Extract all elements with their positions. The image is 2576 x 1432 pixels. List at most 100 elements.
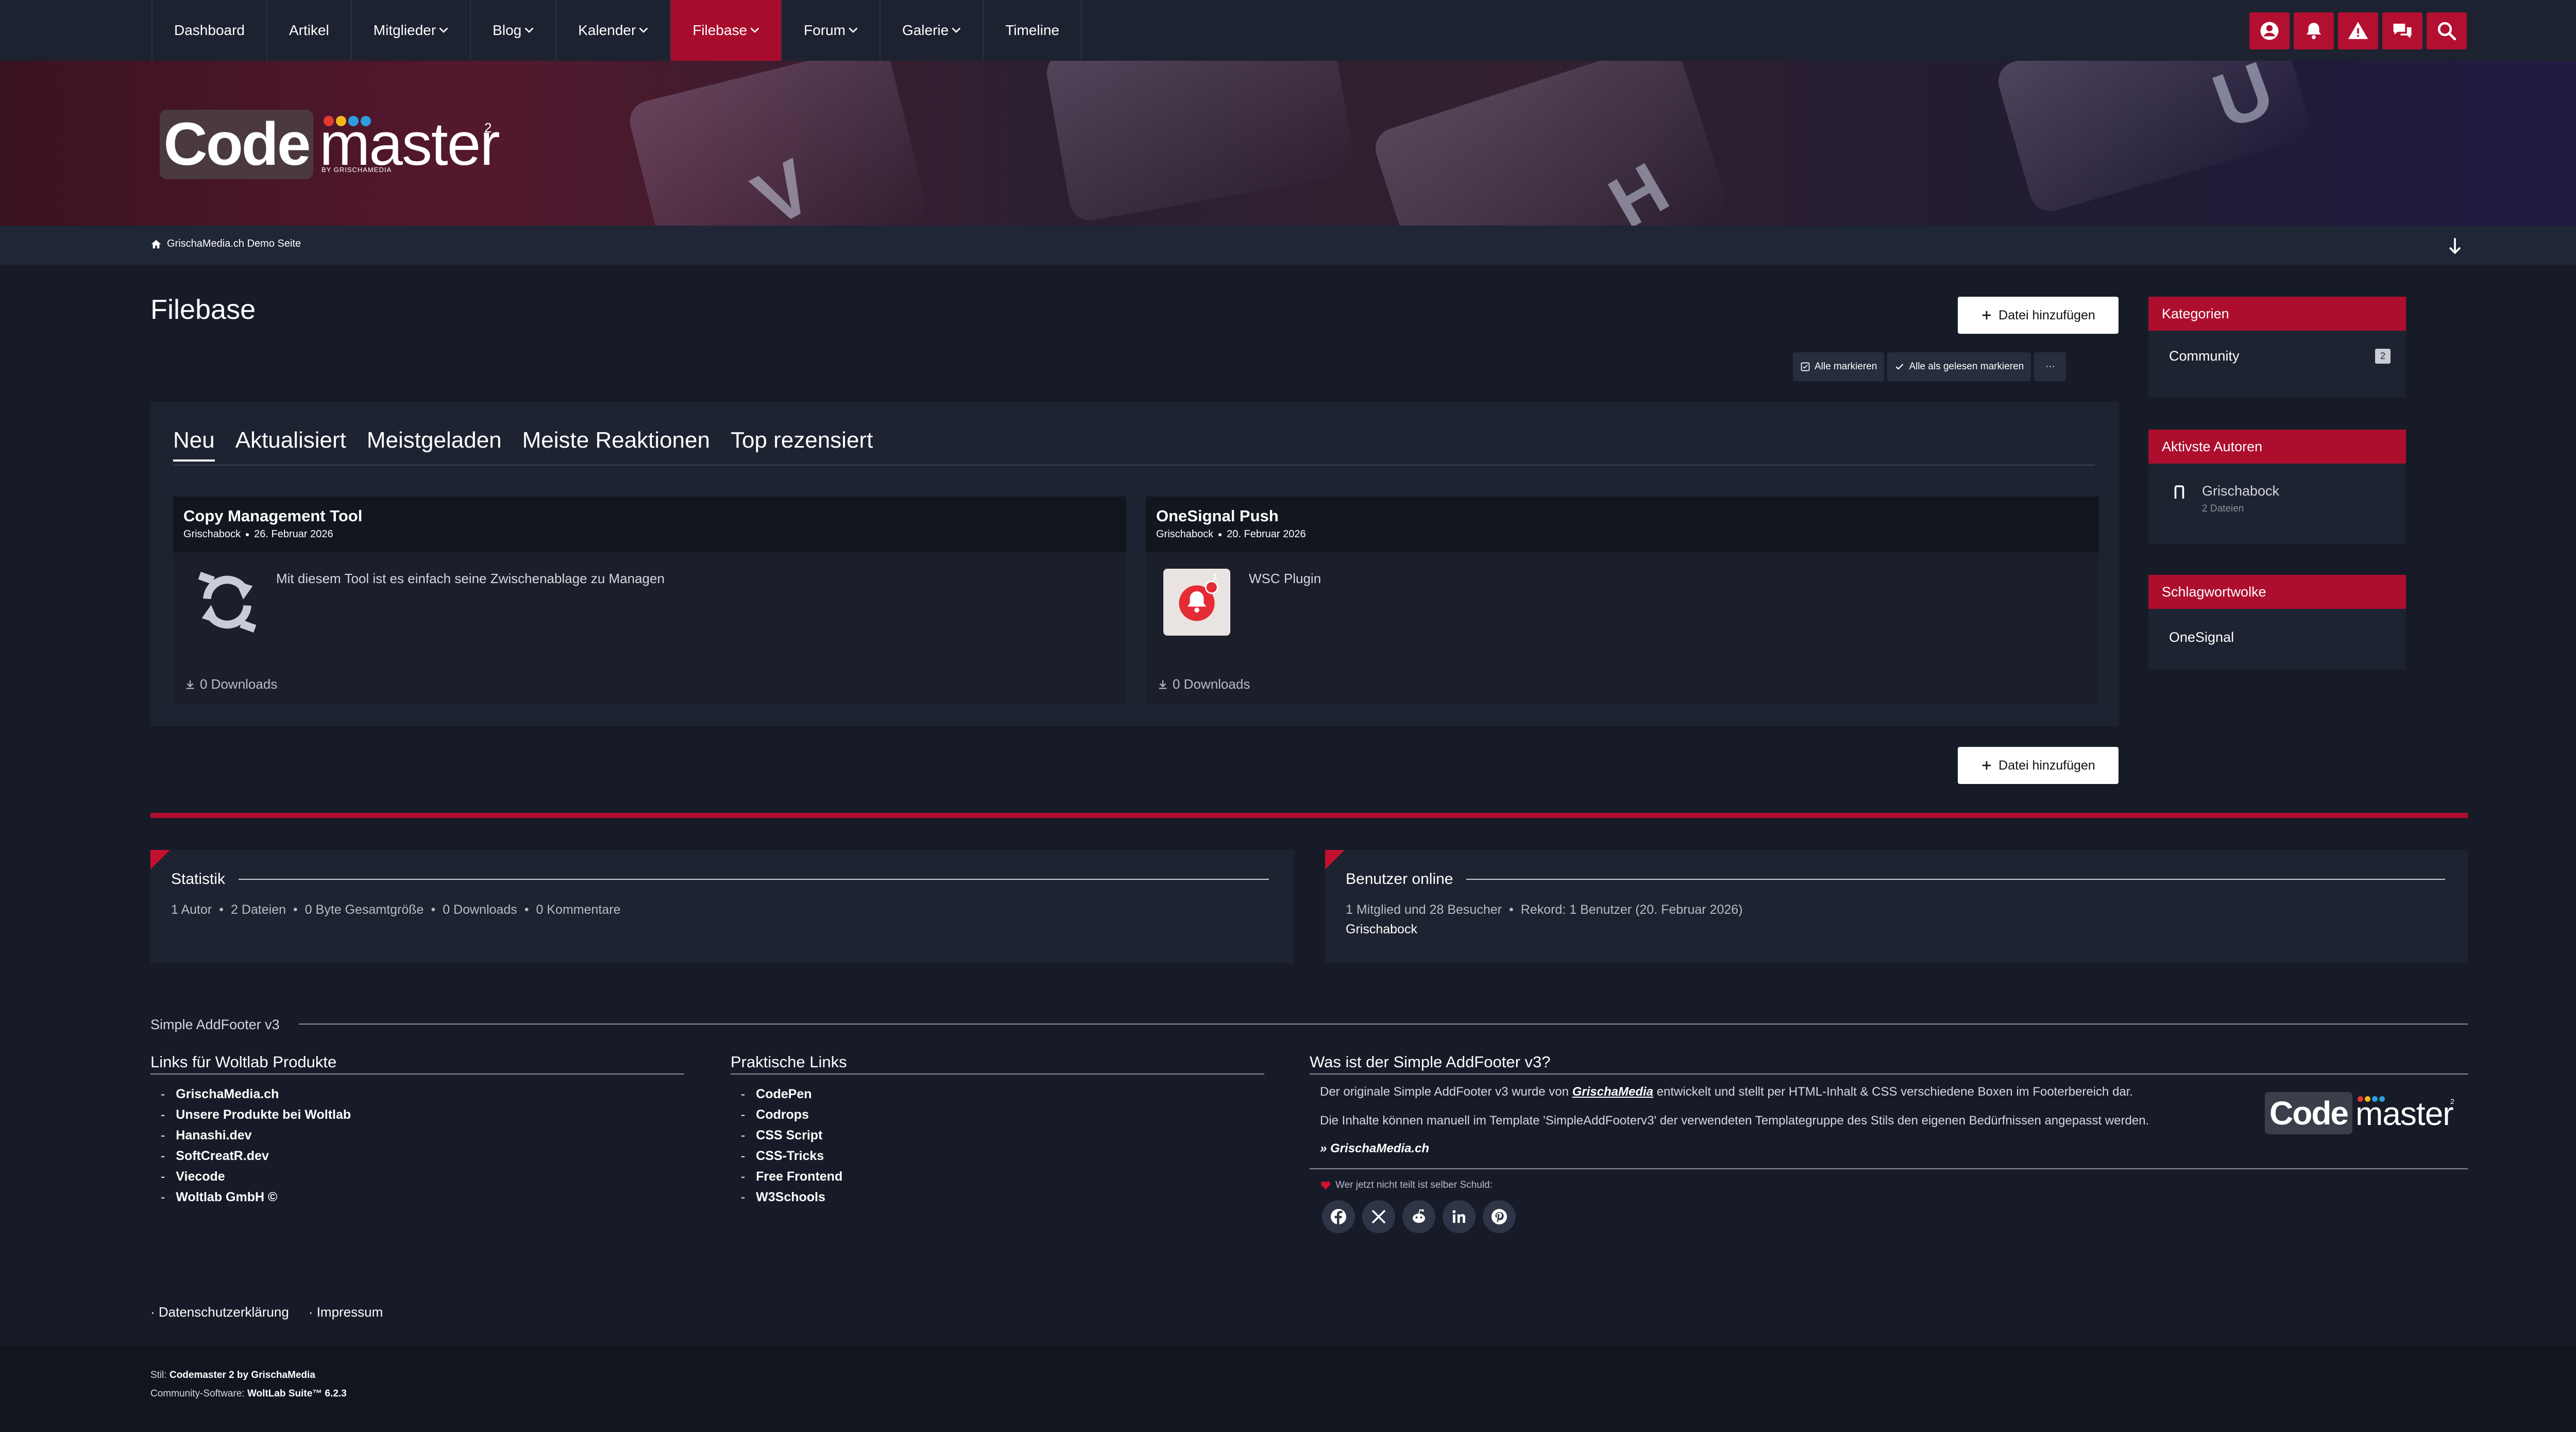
- nav-item-filebase[interactable]: Filebase: [670, 0, 782, 61]
- share-facebook-button[interactable]: [1322, 1200, 1355, 1233]
- file-author[interactable]: Grischabock: [1156, 529, 1213, 540]
- stat-downloads: 0 Downloads: [443, 902, 517, 917]
- addfooter-column-practical: Praktische Links CodePenCodropsCSS Scrip…: [731, 1053, 1264, 1207]
- share-pinterest-button[interactable]: [1483, 1200, 1516, 1233]
- online-user-link[interactable]: Grischabock: [1346, 922, 1417, 937]
- file-author[interactable]: Grischabock: [183, 529, 241, 540]
- column-heading: Was ist der Simple AddFooter v3?: [1310, 1053, 2468, 1075]
- mark-all-button[interactable]: Alle markieren: [1793, 352, 1885, 381]
- footer-link[interactable]: SoftCreatR.dev: [161, 1146, 684, 1166]
- footer-link[interactable]: Free Frontend: [741, 1166, 1264, 1187]
- conversations-button[interactable]: [2382, 12, 2422, 49]
- site-logo[interactable]: Code master 2 BY GRISCHAMEDIA: [160, 110, 500, 179]
- meta-separator: [1218, 533, 1222, 536]
- page-title: Filebase: [150, 294, 256, 325]
- share-line: Wer jetzt nicht teilt ist selber Schuld:: [1310, 1169, 2468, 1191]
- author-name[interactable]: Grischabock: [2202, 483, 2279, 499]
- nav-label: Galerie: [902, 22, 949, 38]
- tab-meistgeladen[interactable]: Meistgeladen: [367, 428, 502, 458]
- heading-rule: [239, 879, 1269, 880]
- download-count: 0 Downloads: [200, 676, 278, 692]
- notifications-button[interactable]: [2294, 12, 2334, 49]
- link-list: GrischaMedia.chUnsere Produkte bei Woltl…: [150, 1075, 684, 1207]
- file-card[interactable]: OneSignal Push Grischabock 20. Februar 2…: [1146, 497, 2099, 704]
- authors-heading: Aktivste Autoren: [2148, 430, 2406, 464]
- file-title[interactable]: Copy Management Tool: [183, 507, 1116, 525]
- tab-neu[interactable]: Neu: [173, 428, 215, 462]
- footer-link[interactable]: Codrops: [741, 1104, 1264, 1125]
- privacy-link[interactable]: · Datenschutzerklärung: [150, 1304, 289, 1320]
- tab-meiste-reaktionen[interactable]: Meiste Reaktionen: [522, 428, 710, 458]
- privacy-label: Datenschutzerklärung: [158, 1304, 289, 1320]
- footer-link[interactable]: Woltlab GmbH ©: [161, 1187, 684, 1207]
- bell-icon: [2307, 23, 2321, 40]
- share-linkedin-button[interactable]: [1443, 1200, 1476, 1233]
- style-credit: Stil: Codemaster 2 by GrischaMedia: [150, 1366, 347, 1385]
- nav-label: Forum: [804, 22, 846, 38]
- heart-icon: [1320, 1181, 1331, 1190]
- main-menu: Dashboard Artikel Mitglieder Blog Kalender Fi…: [151, 0, 1082, 61]
- share-label: Wer jetzt nicht teilt ist selber Schuld:: [1335, 1180, 1493, 1190]
- share-reddit-button[interactable]: [1402, 1200, 1435, 1233]
- footer-link[interactable]: CodePen: [741, 1084, 1264, 1104]
- addfooter-rule: [299, 1024, 2468, 1025]
- footer-link[interactable]: CSS Script: [741, 1125, 1264, 1146]
- category-item[interactable]: Community 2: [2148, 331, 2406, 364]
- nav-item-artikel[interactable]: Artikel: [266, 0, 351, 61]
- footer-logo-code: Code: [2265, 1092, 2352, 1134]
- moderation-button[interactable]: [2338, 12, 2378, 49]
- file-date: 20. Februar 2026: [1227, 529, 1306, 540]
- categories-heading: Kategorien: [2148, 297, 2406, 331]
- stat-size: 0 Byte Gesamtgröße: [304, 902, 424, 917]
- footer-link[interactable]: Hanashi.dev: [161, 1125, 684, 1146]
- categories-box: Kategorien Community 2: [2148, 297, 2406, 398]
- chevron-down-icon: [750, 27, 759, 33]
- addfooter-title: Simple AddFooter v3: [150, 1017, 280, 1032]
- tab-aktualisiert[interactable]: Aktualisiert: [235, 428, 346, 458]
- reddit-icon: [1413, 1209, 1425, 1223]
- imprint-link[interactable]: · Impressum: [309, 1304, 383, 1320]
- footer-link[interactable]: GrischaMedia.ch: [161, 1084, 684, 1104]
- file-downloads: 0 Downloads: [1157, 676, 1250, 692]
- search-button[interactable]: [2427, 12, 2467, 49]
- grischamedia-link[interactable]: GrischaMedia: [1572, 1085, 1653, 1099]
- footer-logo-superscript: 2: [2450, 1097, 2454, 1105]
- user-menu-button[interactable]: [2249, 12, 2290, 49]
- pinterest-icon: [1492, 1209, 1507, 1224]
- nav-item-timeline[interactable]: Timeline: [982, 0, 1082, 61]
- style-credit-link[interactable]: Codemaster 2 by GrischaMedia: [170, 1370, 315, 1380]
- footer-link[interactable]: Viecode: [161, 1166, 684, 1187]
- software-credit-label: Community-Software:: [150, 1388, 245, 1399]
- arrow-down-icon[interactable]: [2446, 236, 2464, 257]
- file-card[interactable]: Copy Management Tool Grischabock 26. Feb…: [173, 497, 1126, 704]
- footer-link[interactable]: CSS-Tricks: [741, 1146, 1264, 1166]
- meta-separator: •: [431, 902, 436, 917]
- author-item[interactable]: Grischabock 2 Dateien: [2148, 464, 2406, 515]
- nav-item-dashboard[interactable]: Dashboard: [151, 0, 266, 61]
- footer-link[interactable]: W3Schools: [741, 1187, 1264, 1207]
- check-icon: [1896, 364, 1904, 370]
- nav-label: Filebase: [692, 22, 748, 38]
- breadcrumb[interactable]: GrischaMedia.ch Demo Seite: [150, 238, 301, 250]
- footer-link[interactable]: Unsere Produkte bei Woltlab: [161, 1104, 684, 1125]
- more-options-button[interactable]: ···: [2034, 352, 2066, 381]
- share-x-button[interactable]: [1362, 1200, 1395, 1233]
- logo-tagline: BY GRISCHAMEDIA: [321, 166, 392, 174]
- mark-read-button[interactable]: Alle als gelesen markieren: [1887, 352, 2031, 381]
- add-file-button-top[interactable]: Datei hinzufügen: [1958, 297, 2119, 334]
- file-title[interactable]: OneSignal Push: [1156, 507, 2089, 525]
- nav-item-forum[interactable]: Forum: [781, 0, 879, 61]
- software-credit-link[interactable]: WoltLab Suite™ 6.2.3: [247, 1388, 347, 1399]
- nav-item-blog[interactable]: Blog: [470, 0, 555, 61]
- plus-icon: [1982, 311, 1991, 320]
- chevron-down-icon: [524, 27, 534, 33]
- tab-top-rezensiert[interactable]: Top rezensiert: [731, 428, 873, 458]
- nav-item-mitglieder[interactable]: Mitglieder: [350, 0, 470, 61]
- nav-item-galerie[interactable]: Galerie: [879, 0, 982, 61]
- file-card-header: OneSignal Push Grischabock 20. Februar 2…: [1146, 497, 2099, 552]
- add-file-label: Datei hinzufügen: [1998, 308, 2095, 322]
- nav-item-kalender[interactable]: Kalender: [555, 0, 670, 61]
- add-file-button-bottom[interactable]: Datei hinzufügen: [1958, 747, 2119, 784]
- download-icon: [1159, 680, 1167, 689]
- tag-item[interactable]: OneSignal: [2148, 609, 2406, 645]
